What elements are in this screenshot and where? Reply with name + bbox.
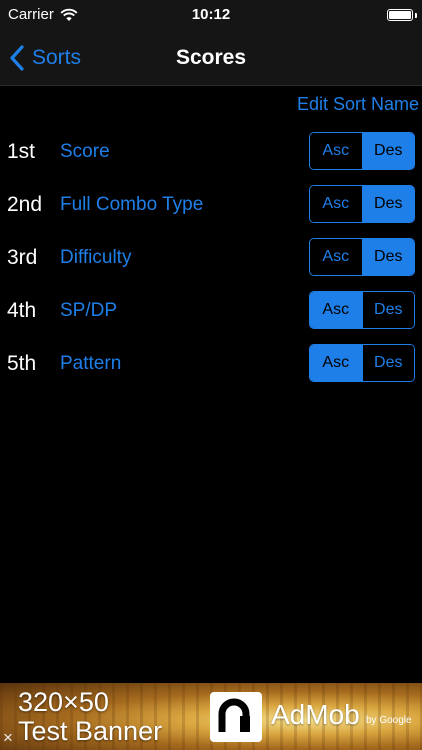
order-segmented-control: Asc Des [309, 132, 415, 170]
sort-rank: 1st [7, 140, 36, 163]
battery-icon [387, 9, 413, 21]
des-segment[interactable]: Des [361, 186, 414, 222]
ad-banner[interactable]: 320×50 Test Banner × AdMob by Google [0, 683, 422, 750]
ad-by-google-text: by Google [366, 715, 412, 726]
sort-field-button[interactable]: Full Combo Type [60, 194, 203, 216]
asc-segment[interactable]: Asc [310, 186, 362, 222]
sort-rank: 5th [7, 352, 37, 375]
order-segmented-control: Asc Des [309, 291, 415, 329]
sort-rank: 4th [7, 299, 37, 322]
des-segment[interactable]: Des [361, 345, 414, 381]
ad-size-text: 320×50 [18, 687, 109, 717]
des-segment[interactable]: Des [361, 239, 414, 275]
navigation-bar: Sorts Scores [0, 30, 422, 86]
status-time: 10:12 [191, 6, 231, 23]
sort-rank: 3rd [7, 246, 38, 269]
asc-segment[interactable]: Asc [310, 133, 362, 169]
sort-field-button[interactable]: Score [60, 141, 110, 163]
asc-segment[interactable]: Asc [310, 345, 362, 381]
sort-row: 4th SP/DP Asc Des [0, 289, 422, 342]
des-segment[interactable]: Des [361, 133, 414, 169]
sort-row: 5th Pattern Asc Des [0, 342, 422, 395]
admob-logo-icon [210, 692, 262, 742]
des-segment[interactable]: Des [361, 292, 414, 328]
status-bar: Carrier 10:12 [0, 0, 422, 30]
order-segmented-control: Asc Des [309, 185, 415, 223]
sort-row: 3rd Difficulty Asc Des [0, 236, 422, 289]
sort-row: 2nd Full Combo Type Asc Des [0, 183, 422, 236]
sort-field-button[interactable]: Difficulty [60, 247, 131, 269]
edit-sort-name-button[interactable]: Edit Sort Name [297, 94, 419, 115]
ad-brand-text: AdMob [271, 699, 360, 730]
sort-rank: 2nd [7, 193, 43, 216]
sort-rows-list: 1st Score Asc Des 2nd Full Combo Type As… [0, 130, 422, 395]
battery-nub [415, 13, 417, 18]
order-segmented-control: Asc Des [309, 238, 415, 276]
ad-close-icon[interactable]: × [3, 729, 19, 746]
app-screen: Carrier 10:12 Sorts Scores Edit Sort Nam… [0, 0, 422, 750]
sort-field-button[interactable]: SP/DP [60, 300, 117, 322]
ad-test-banner-text: Test Banner [18, 716, 163, 746]
order-segmented-control: Asc Des [309, 344, 415, 382]
page-title: Scores [175, 46, 247, 69]
asc-segment[interactable]: Asc [310, 239, 362, 275]
sort-field-button[interactable]: Pattern [60, 353, 121, 375]
asc-segment[interactable]: Asc [310, 292, 362, 328]
sort-row: 1st Score Asc Des [0, 130, 422, 183]
